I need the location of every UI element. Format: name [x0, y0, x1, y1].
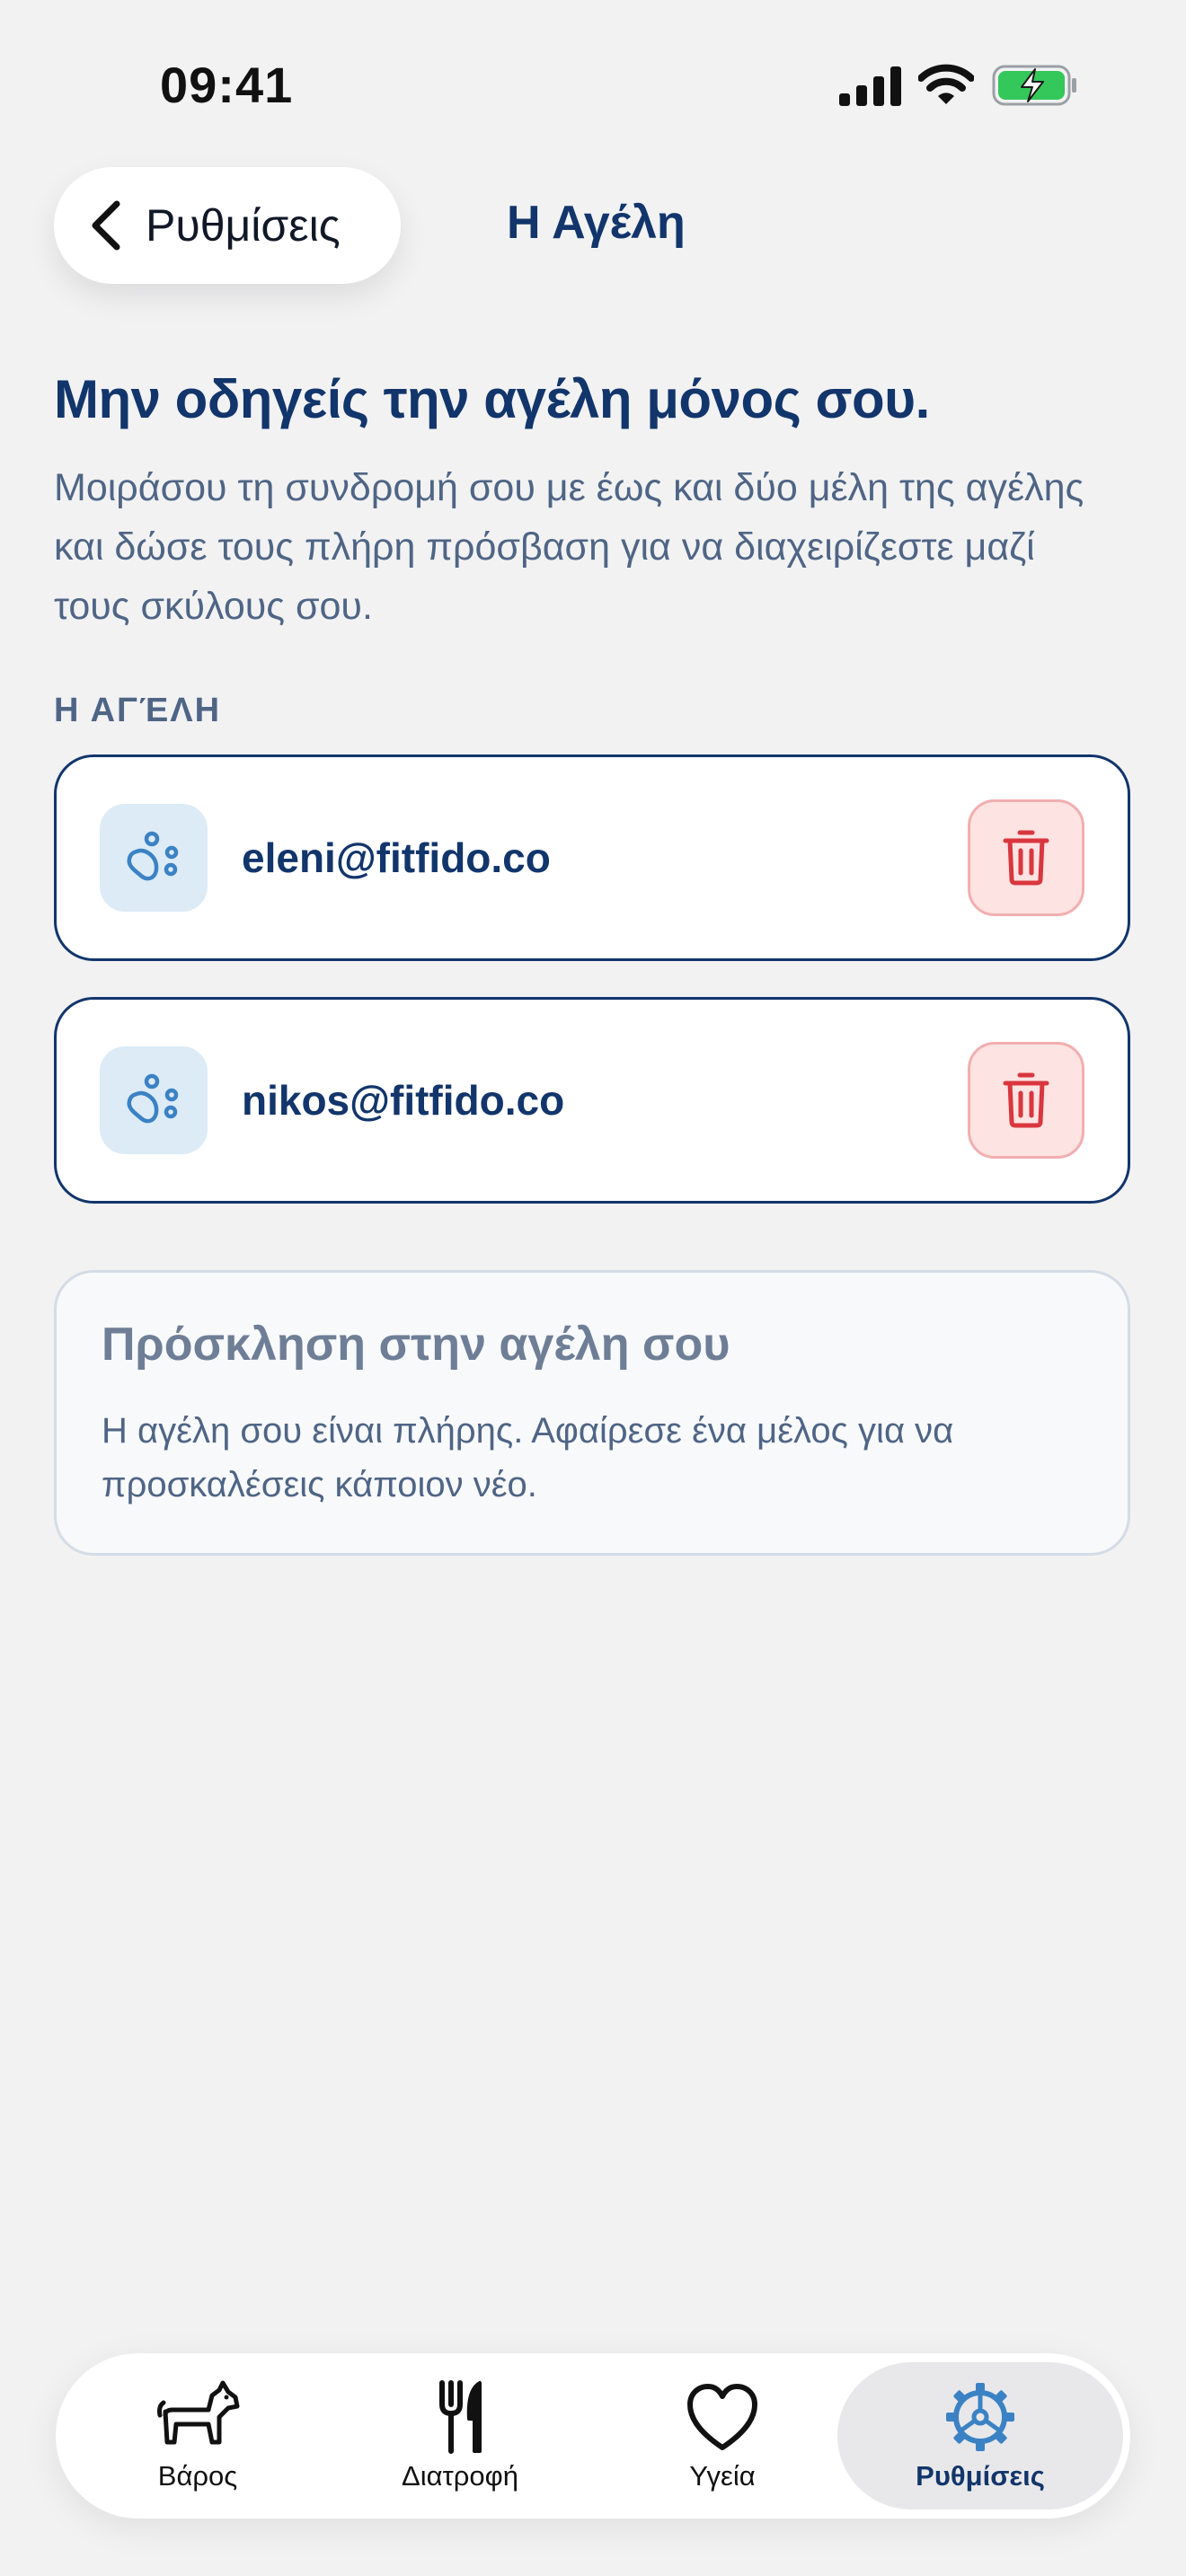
- gear-icon: [946, 2383, 1014, 2451]
- tab-label: Βάρος: [157, 2460, 238, 2492]
- back-button[interactable]: Ρυθμίσεις: [54, 167, 401, 284]
- paw-icon: [127, 831, 179, 881]
- tab-bar: Βάρος Διατροφή Υγεία Ρυθμίσεις: [56, 2353, 1130, 2519]
- remove-member-button[interactable]: [968, 1042, 1084, 1159]
- battery-charging-icon: [992, 65, 1076, 106]
- member-card: eleni@fitfido.co: [54, 754, 1130, 961]
- tab-weight[interactable]: Βάρος: [63, 2362, 332, 2510]
- wifi-icon: [918, 64, 974, 104]
- fork-knife-icon: [439, 2380, 482, 2454]
- paw-icon: [127, 1073, 179, 1124]
- chevron-left-icon: [92, 200, 120, 251]
- member-avatar: [100, 804, 208, 912]
- tab-label: Υγεία: [689, 2460, 756, 2492]
- invite-title: Πρόσκληση στην αγέλη σου: [102, 1319, 730, 1371]
- remove-member-button[interactable]: [968, 799, 1084, 916]
- page-title: Η Αγέλη: [507, 197, 686, 249]
- tab-label: Ρυθμίσεις: [916, 2460, 1045, 2492]
- tab-health[interactable]: Υγεία: [588, 2362, 857, 2510]
- back-button-label: Ρυθμίσεις: [146, 200, 341, 251]
- heart-icon: [687, 2384, 757, 2450]
- member-email: eleni@fitfido.co: [242, 834, 551, 881]
- trash-icon: [1003, 1072, 1049, 1128]
- member-email: nikos@fitfido.co: [242, 1077, 565, 1124]
- tab-nutrition[interactable]: Διατροφή: [325, 2362, 595, 2510]
- trash-icon: [1003, 830, 1049, 886]
- description: Μοιράσου τη συνδρομή σου με έως και δύο …: [54, 466, 1084, 628]
- tab-label: Διατροφή: [402, 2460, 518, 2492]
- member-avatar: [100, 1046, 208, 1154]
- cellular-signal-icon: [839, 66, 901, 106]
- member-card: nikos@fitfido.co: [54, 997, 1130, 1204]
- invite-message: Η αγέλη σου είναι πλήρης. Αφαίρεσε ένα μ…: [102, 1411, 954, 1504]
- status-bar: 09:41: [0, 0, 1186, 171]
- status-time: 09:41: [160, 57, 294, 113]
- tab-settings[interactable]: Ρυθμίσεις: [837, 2362, 1123, 2510]
- section-label-pack: Η ΑΓΈΛΗ: [54, 692, 222, 729]
- headline: Μην οδηγείς την αγέλη μόνος σου.: [54, 369, 930, 429]
- dog-icon: [157, 2380, 240, 2445]
- invite-card: Πρόσκληση στην αγέλη σου Η αγέλη σου είν…: [54, 1270, 1130, 1556]
